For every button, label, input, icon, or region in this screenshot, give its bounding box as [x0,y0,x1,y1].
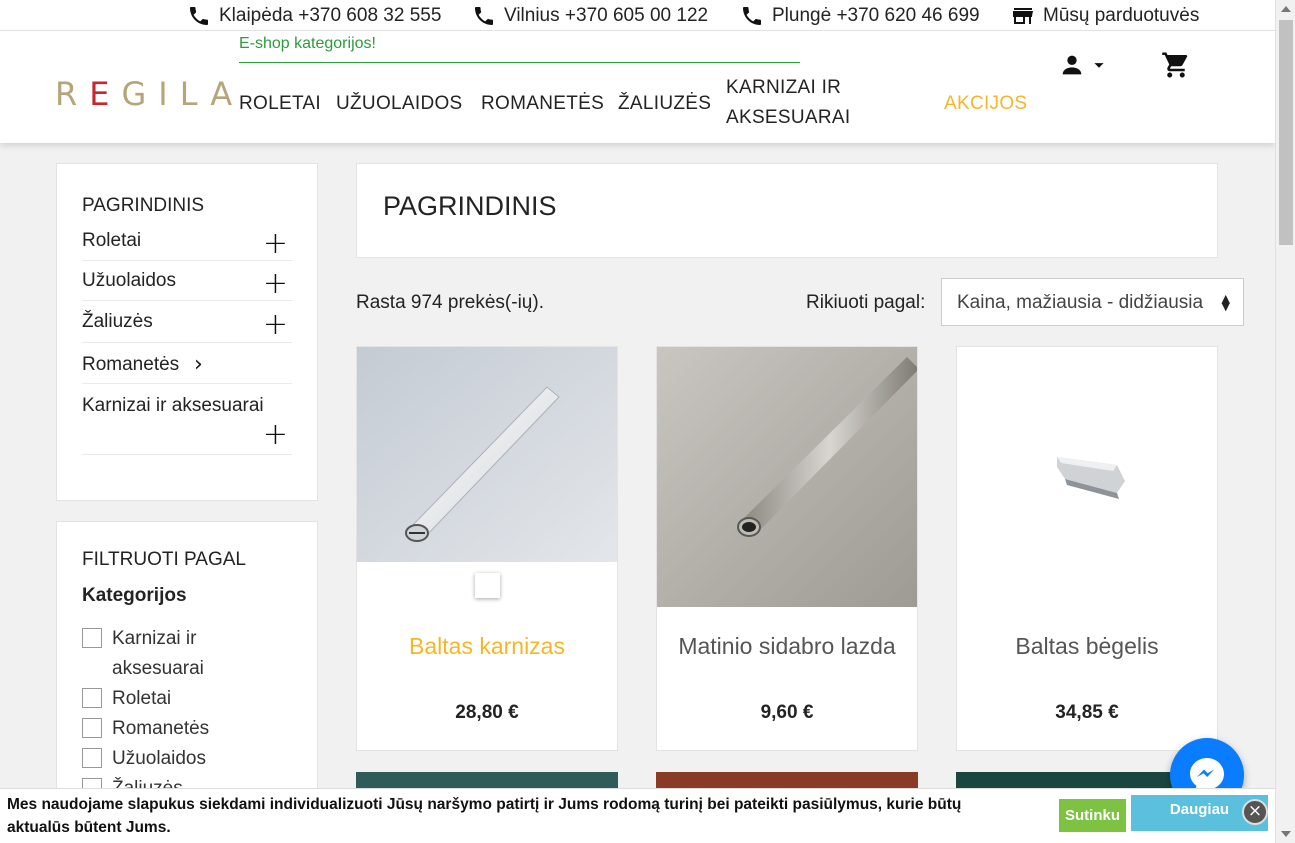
page-title: PAGRINDINIS [383,191,557,221]
plus-icon[interactable]: + [263,226,288,261]
filter-label: Užuolaidos [112,748,206,769]
contact-vilnius[interactable]: Vilnius +370 605 00 122 [472,4,708,28]
filter-subtitle: Kategorijos [82,585,187,606]
sidebar-item-roletai[interactable]: Roletai + [82,226,292,261]
contact-text: Mūsų parduotuvės [1043,5,1200,26]
sidebar-item-romanetes[interactable]: Romanetės › [82,352,292,384]
sidebar-item-karnizai[interactable]: Karnizai ir aksesuarai + [82,395,292,455]
phone-icon [743,7,761,25]
product-name[interactable]: Matinio sidabro lazda [667,633,907,660]
account-menu[interactable] [1058,51,1110,79]
product-image[interactable] [657,347,917,607]
sort-select[interactable]: Kaina, mažiausia - didžiausia ▲ ▼ [941,278,1244,326]
filter-label: Romanetės [112,718,210,739]
filter-panel: FILTRUOTI PAGAL Kategorijos Karnizai ir … [56,521,318,811]
contact-klaipeda[interactable]: Klaipėda +370 608 32 555 [187,4,441,28]
sidebar-item-zaliuzes[interactable]: Žaliuzės + [82,307,292,343]
sort-label: Rikiuoti pagal: [806,292,926,313]
category-label: Karnizai ir aksesuarai [82,395,264,416]
sidebar-item-uzuolaidos[interactable]: Užuolaidos + [82,266,292,301]
product-name[interactable]: Baltas karnizas [367,633,607,660]
plus-icon[interactable]: + [263,417,288,452]
accept-cookies-button[interactable]: Sutinku [1059,799,1126,832]
checkbox[interactable] [82,718,102,738]
product-price: 28,80 € [455,702,519,723]
cart-icon [1162,52,1188,78]
cookie-text: Mes naudojame slapukus siekdami individu… [7,796,962,836]
product-price: 34,85 € [1055,702,1119,723]
category-label: Žaliuzės [82,311,153,332]
product-count: Rasta 974 prekės(-ių). [356,292,544,313]
chevron-right-icon[interactable]: › [194,352,203,377]
nav-akcijos[interactable]: AKCIJOS [944,93,1027,115]
nav-roletai[interactable]: ROLETAI [239,93,321,115]
site-header: REGILA E-shop kategorijos! ROLETAI UŽUOL… [0,31,1275,143]
scrollbar[interactable] [1275,0,1295,843]
user-icon [1062,55,1082,75]
product-photo [657,347,917,607]
nav-romanetes[interactable]: ROMANETĖS [481,93,604,115]
close-icon[interactable]: × [1242,799,1268,825]
nav-uzuolaidos[interactable]: UŽUOLAIDOS [336,93,463,115]
category-label: Romanetės [82,354,180,375]
sort-arrows-icon: ▲ ▼ [1221,292,1230,313]
filter-option-uzuolaidos[interactable]: Užuolaidos [82,744,206,774]
phone-icon [190,7,208,25]
stores-link[interactable]: Mūsų parduotuvės [1011,4,1199,28]
logo[interactable]: REGILA [55,75,244,113]
checkbox[interactable] [82,688,102,708]
contact-plunge[interactable]: Plungė +370 620 46 699 [740,4,980,28]
checkbox[interactable] [82,628,102,648]
filter-option-karnizai[interactable]: Karnizai ir aksesuarai [82,624,212,684]
color-swatch[interactable] [475,573,500,598]
product-card[interactable]: Baltas karnizas 28,80 € [356,346,618,751]
product-photo [957,347,1217,607]
cookie-banner: Mes naudojame slapukus siekdami individu… [0,788,1275,843]
sort-value: Kaina, mažiausia - didžiausia [957,292,1204,313]
eshop-categories-link[interactable]: E-shop kategorijos! [239,35,800,63]
scroll-thumb[interactable] [1279,20,1293,245]
checkbox[interactable] [82,748,102,768]
filter-title: FILTRUOTI PAGAL [82,549,246,570]
plus-icon[interactable]: + [263,307,288,342]
caret-down-icon [1094,63,1104,68]
product-image[interactable] [357,347,617,562]
product-name[interactable]: Baltas bėgelis [967,633,1207,660]
filter-option-romanetes[interactable]: Romanetės [82,714,209,744]
sidebar-title: PAGRINDINIS [82,195,205,216]
cart-button[interactable] [1161,50,1191,85]
category-label: Užuolaidos [82,270,176,291]
product-card[interactable]: Matinio sidabro lazda 9,60 € [656,346,918,751]
product-photo [357,347,617,562]
contact-text: Klaipėda +370 608 32 555 [219,5,442,26]
category-sidebar: PAGRINDINIS Roletai + Užuolaidos + Žaliu… [56,163,318,501]
filter-label: Roletai [112,688,172,709]
product-price: 9,60 € [760,702,814,723]
product-image[interactable] [957,347,1217,607]
product-card[interactable]: Baltas bėgelis 34,85 € [956,346,1218,751]
filter-label: Karnizai ir aksesuarai [112,628,204,679]
plus-icon[interactable]: + [263,266,288,301]
contact-text: Plungė +370 620 46 699 [772,5,980,26]
filter-option-roletai[interactable]: Roletai [82,684,171,714]
contact-text: Vilnius +370 605 00 122 [504,5,709,26]
nav-karnizai[interactable]: KARNIZAI IR AKSESUARAI [726,73,886,133]
scroll-down-arrow-icon[interactable] [1281,831,1291,837]
category-label: Roletai [82,230,142,251]
scroll-up-arrow-icon[interactable] [1281,6,1291,12]
phone-icon [475,7,493,25]
category-header: PAGRINDINIS [356,163,1218,258]
nav-zaliuzes[interactable]: ŽALIUZĖS [618,93,711,115]
store-icon [1013,8,1033,24]
top-contact-bar: Klaipėda +370 608 32 555 Vilnius +370 60… [0,0,1275,31]
